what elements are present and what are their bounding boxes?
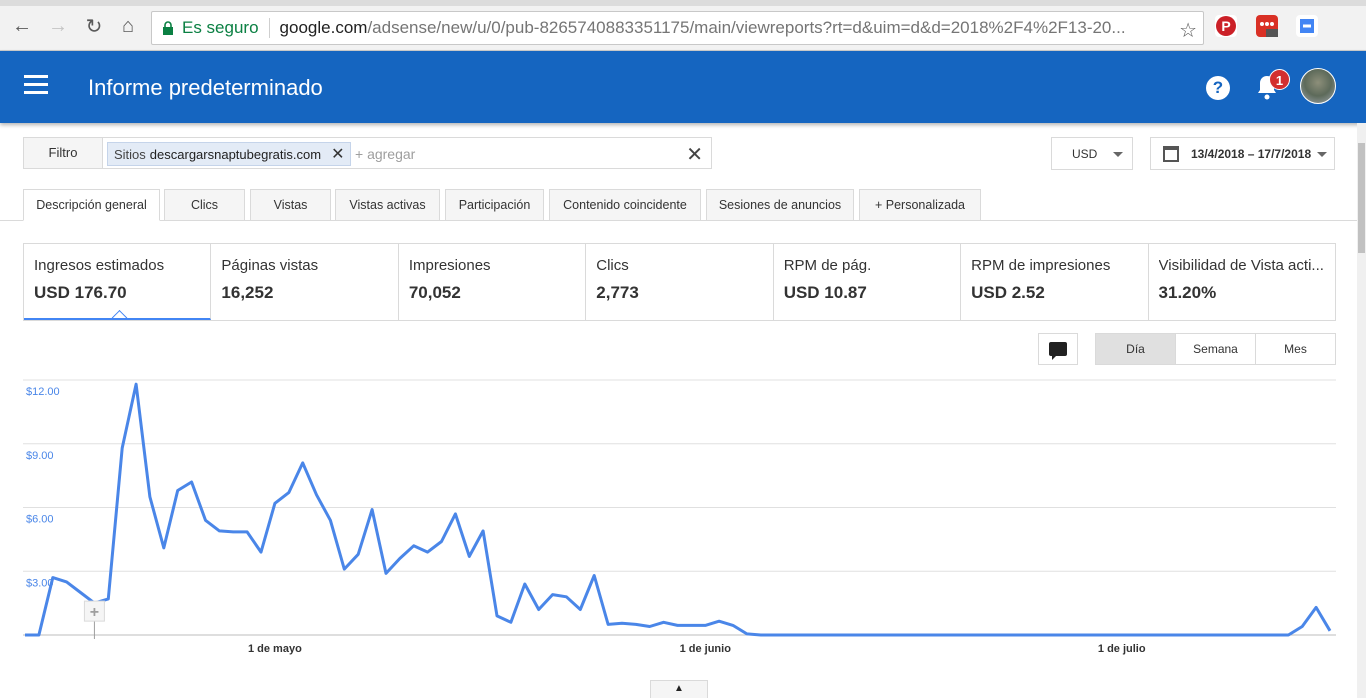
metric-label: Visibilidad de Vista acti... <box>1158 257 1324 274</box>
metric-label: Impresiones <box>408 257 491 274</box>
metric-value: 31.20% <box>1158 283 1217 302</box>
metric-rpm-pag[interactable]: RPM de pág. USD 10.87 <box>774 244 962 320</box>
metric-rpm-impresiones[interactable]: RPM de impresiones USD 2.52 <box>961 244 1149 320</box>
extension-counter-icon[interactable] <box>1256 15 1278 37</box>
back-icon[interactable]: ← <box>10 14 34 38</box>
metric-value: 2,773 <box>596 283 639 302</box>
forward-icon[interactable]: → <box>46 14 70 38</box>
tab-clics[interactable]: Clics <box>164 189 245 221</box>
secure-indicator[interactable]: Es seguro <box>162 18 259 38</box>
tab-contenido-coincidente[interactable]: Contenido coincidente <box>549 189 701 221</box>
filter-chip-value: descargarsnaptubegratis.com <box>149 146 322 162</box>
collapse-chart-button[interactable]: ▲ <box>650 680 708 698</box>
metrics-bar: Ingresos estimados USD 176.70 Páginas vi… <box>23 243 1336 321</box>
google-extension-icon[interactable] <box>1296 15 1318 37</box>
tab-participacion[interactable]: Participación <box>445 189 544 221</box>
x-tick-label: 1 de mayo <box>248 643 302 655</box>
url-host: google.com <box>279 18 368 37</box>
home-icon[interactable]: ⌂ <box>116 14 140 38</box>
metric-visibilidad[interactable]: Visibilidad de Vista acti... 31.20% <box>1149 244 1335 320</box>
x-tick-label: 1 de junio <box>680 643 732 655</box>
notification-badge: 1 <box>1269 69 1290 90</box>
menu-icon[interactable] <box>24 75 50 99</box>
tab-strip <box>0 0 1366 6</box>
date-range-picker[interactable]: 13/4/2018 – 17/7/2018 <box>1150 137 1335 170</box>
filter-button[interactable]: Filtro <box>23 137 103 169</box>
scrollbar-thumb[interactable] <box>1358 143 1365 253</box>
chevron-down-icon <box>1113 152 1123 157</box>
bookmark-star-icon[interactable]: ☆ <box>1179 18 1197 43</box>
granularity-dia[interactable]: Día <box>1096 334 1176 364</box>
filter-chip[interactable]: Sitios descargarsnaptubegratis.com ✕ <box>107 142 352 166</box>
y-tick-label: $6.00 <box>26 514 54 526</box>
page-title: Informe predeterminado <box>88 75 323 100</box>
svg-text:P: P <box>1221 18 1230 34</box>
filter-chip-prefix: Sitios <box>114 146 146 162</box>
metric-label: Páginas vistas <box>221 257 319 274</box>
granularity-mes[interactable]: Mes <box>1256 334 1335 364</box>
calendar-icon <box>1163 146 1179 162</box>
series-line <box>25 382 1332 637</box>
tab-sesiones-de-anuncios[interactable]: Sesiones de anuncios <box>706 189 854 221</box>
granularity-toggle: Día Semana Mes <box>1095 333 1336 365</box>
tab-personalizada[interactable]: + Personalizada <box>859 189 981 221</box>
metric-value: USD 176.70 <box>34 283 127 302</box>
pinterest-extension-icon[interactable]: P <box>1215 15 1237 37</box>
revenue-line-chart: $12.00$9.00$6.00$3.001 de mayo 1 de junio… <box>23 379 1336 655</box>
url-path: /adsense/new/u/0/pub-8265740883351175/ma… <box>367 18 1126 37</box>
app-bar: Informe predeterminado ? 1 <box>0 51 1366 123</box>
report-tabs: Descripción general Clics Vistas Vistas … <box>0 189 1366 221</box>
comment-icon <box>1049 342 1067 360</box>
metric-value: USD 10.87 <box>783 283 867 302</box>
tab-descripcion-general[interactable]: Descripción general <box>23 189 160 221</box>
tab-vistas[interactable]: Vistas <box>250 189 331 221</box>
metric-value: 16,252 <box>221 283 274 302</box>
metric-value: USD 2.52 <box>971 283 1045 302</box>
currency-select[interactable]: USD <box>1051 137 1133 170</box>
add-filter-input[interactable]: + agregar <box>355 146 415 162</box>
metric-label: Ingresos estimados <box>34 257 165 274</box>
url-text[interactable]: google.com/adsense/new/u/0/pub-826574088… <box>280 18 1170 38</box>
date-range-value: 13/4/2018 – 17/7/2018 <box>1191 146 1312 161</box>
chevron-down-icon <box>1317 152 1327 157</box>
address-bar[interactable]: Es seguro google.com/adsense/new/u/0/pub… <box>151 11 1204 45</box>
y-tick-label: $12.00 <box>26 386 60 398</box>
y-tick-label: $9.00 <box>26 450 54 462</box>
remove-chip-icon[interactable]: ✕ <box>331 144 344 164</box>
metric-label: RPM de impresiones <box>971 257 1111 274</box>
avatar[interactable] <box>1300 68 1336 104</box>
secure-label: Es seguro <box>182 18 259 37</box>
page-scrollbar[interactable] <box>1357 123 1366 698</box>
help-icon[interactable]: ? <box>1206 76 1230 100</box>
metric-label: Clics <box>596 257 629 274</box>
filter-field[interactable]: Sitios descargarsnaptubegratis.com ✕ + a… <box>102 137 712 169</box>
metric-label: RPM de pág. <box>783 257 872 274</box>
x-tick-label: 1 de julio <box>1098 643 1146 655</box>
currency-value: USD <box>1072 146 1098 161</box>
clear-filter-icon[interactable]: ✕ <box>686 142 703 167</box>
metric-ingresos-estimados[interactable]: Ingresos estimados USD 176.70 <box>24 244 212 320</box>
metric-value: 70,052 <box>408 283 461 302</box>
reload-icon[interactable]: ↻ <box>82 14 106 38</box>
browser-chrome: ← → ↻ ⌂ Es seguro google.com/adsense/new… <box>0 0 1366 51</box>
plus-icon: + <box>90 604 99 621</box>
annotation-button[interactable] <box>1038 333 1078 365</box>
granularity-semana[interactable]: Semana <box>1176 334 1256 364</box>
metric-impresiones[interactable]: Impresiones 70,052 <box>399 244 587 320</box>
metric-paginas-vistas[interactable]: Páginas vistas 16,252 <box>211 244 399 320</box>
metric-clics[interactable]: Clics 2,773 <box>586 244 774 320</box>
lock-icon <box>163 21 173 35</box>
tab-vistas-activas[interactable]: Vistas activas <box>335 189 440 221</box>
omnibox-separator <box>268 18 270 38</box>
